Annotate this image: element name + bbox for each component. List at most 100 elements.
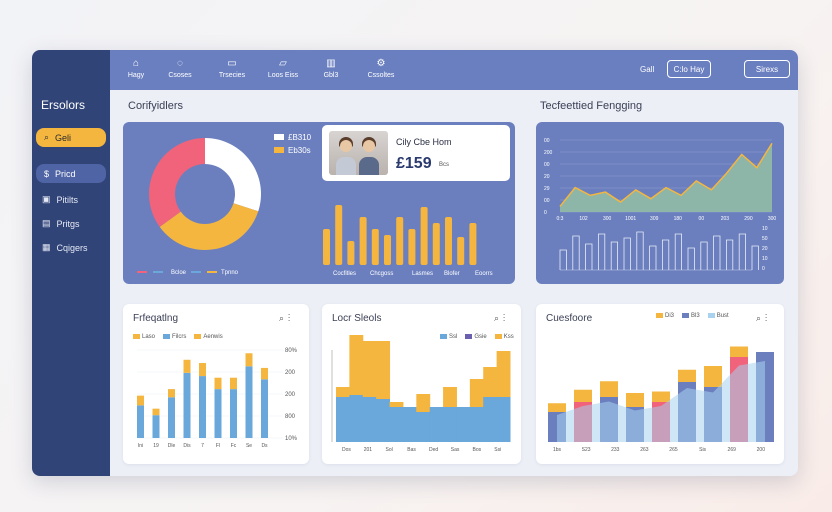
donut-slice <box>205 138 261 212</box>
bar-laso <box>137 395 144 406</box>
spark-segment <box>738 233 746 270</box>
x-tick-label: 200 <box>757 447 766 453</box>
sidebar-item-label: Pritgs <box>56 218 80 229</box>
x-tick-label: 7 <box>201 443 204 449</box>
bar-ssl <box>389 407 404 442</box>
section-title-left: Corifyidlers <box>128 100 184 112</box>
spark-segment <box>713 235 721 270</box>
section-title-right: Tecfeettied Fengging <box>540 100 643 112</box>
topbar-right-text[interactable]: Gall <box>640 65 654 74</box>
bar-label: Lasmes <box>412 271 433 277</box>
bar <box>323 229 330 265</box>
bar <box>371 229 379 265</box>
bar-kss <box>362 341 377 397</box>
x-tick-label: 102 <box>579 216 588 222</box>
bar-ssl <box>469 407 484 442</box>
sidebar-item-pitilts[interactable]: ▣ Pitilts <box>42 194 78 205</box>
bar-kss <box>416 394 431 412</box>
grid-icon: ▦ <box>42 242 51 252</box>
bar <box>396 217 404 265</box>
spark-segment <box>572 235 580 270</box>
spark-segment <box>687 247 695 270</box>
bar-label: Cocfitles <box>333 271 356 277</box>
doc-icon: ▭ <box>227 58 237 69</box>
bar-filcrs <box>183 372 191 438</box>
legend-swatch-yellow <box>274 147 284 153</box>
legend-swatch-white <box>274 134 284 140</box>
bar-ssl <box>349 395 364 442</box>
card3-svg: 1bs S23 233 263 265 Sis 269 200 <box>548 346 774 453</box>
x-tick-label: 265 <box>669 447 678 453</box>
bar-ssl <box>496 397 511 442</box>
spark-segment <box>636 231 644 270</box>
bar-label: Blofer <box>444 271 460 277</box>
nav-item-cssoltes[interactable]: ⚙ Cssoltes <box>356 58 406 79</box>
profile-amount: £159 <box>396 155 432 172</box>
bar-laso <box>230 377 237 390</box>
area-chart: 002000020290000:3 102 300 1001 309 180 00 203 29… <box>544 138 776 222</box>
nav-item-trsecies[interactable]: ▭ Trsecies <box>207 58 257 79</box>
bar-label: Eoorrs <box>475 271 493 277</box>
bar-ssl <box>362 397 377 442</box>
sidebar-primary-button[interactable]: ⌕ Geli <box>36 128 106 147</box>
legend-line-pink <box>137 271 147 273</box>
bar-filcrs <box>137 405 144 438</box>
profile-unit: Bcs <box>439 162 450 168</box>
x-tick-label: Dle <box>168 443 176 449</box>
bar-di3 <box>652 391 670 402</box>
bar <box>335 205 343 265</box>
bar-kss <box>496 351 511 397</box>
sidebar-primary-label: Geli <box>55 132 72 143</box>
y-tick-label: 29 <box>544 186 550 192</box>
spark-segment <box>726 239 734 270</box>
x-tick-label: Se <box>246 443 252 449</box>
bar-laso <box>168 389 175 398</box>
brand-title: Ersolors <box>41 98 86 112</box>
nav-item-csoses[interactable]: ◌ Csoses <box>155 58 205 79</box>
bar-filcrs <box>245 366 253 438</box>
profile-card[interactable]: Cily Cbe Hom £159 Bcs <box>322 125 510 181</box>
y-tick-label: 200 <box>544 150 553 156</box>
bar-kss <box>349 335 364 395</box>
nav-item-loos-eiss[interactable]: ▱ Loos Eiss <box>258 58 308 79</box>
bottom-legend-1: Bcloe <box>171 270 187 276</box>
bar-ssl <box>456 407 471 442</box>
legend-label-1: £B310 <box>288 133 312 142</box>
bottom-legend-2: Tpnno <box>221 270 239 276</box>
x-tick-label: 180 <box>674 216 683 222</box>
x-tick-label: 300 <box>603 216 612 222</box>
bar <box>432 223 440 265</box>
sidebar-item-cqigers[interactable]: ▦ Cqigers <box>42 242 88 253</box>
sidebar-item-pritgs[interactable]: ▤ Pritgs <box>42 218 80 229</box>
topbar-button-2[interactable]: Sirexs <box>744 60 790 78</box>
y-tick-label: 0 <box>544 210 547 216</box>
bar <box>445 217 452 265</box>
y-tick-label: 800 <box>285 414 296 420</box>
sidebar-item-pricd[interactable]: $ Pricd <box>36 164 106 183</box>
x-tick-label: 203 <box>721 216 730 222</box>
bar-kss <box>336 387 350 397</box>
bar-ssl <box>483 397 498 442</box>
bar-kss <box>443 387 457 407</box>
bar-di3 <box>626 393 644 407</box>
x-tick-label: Sol <box>386 447 393 453</box>
trend-svg: 002000020290000:3 102 300 1001 309 180 00 203 29… <box>544 138 776 272</box>
bar-ssl <box>416 412 431 442</box>
y-tick-label: 50 <box>762 236 768 242</box>
x-tick-label: Bos <box>473 447 482 453</box>
y-tick-label: 10 <box>762 226 768 232</box>
bar <box>408 229 416 265</box>
bar <box>347 241 355 265</box>
card-customers: Cuesfoore ⌕⋮ Di3 Bl3 Bust 1bs S23 233 263 26… <box>536 304 784 464</box>
topbar-button-1[interactable]: C:lo Hay <box>667 60 711 78</box>
tag-icon: ▤ <box>42 218 51 228</box>
y-tick-label: 0 <box>762 266 765 272</box>
y-tick-label: 200 <box>285 392 296 398</box>
nav-item-hagy[interactable]: ⌂ Hagy <box>111 58 161 79</box>
x-tick-label: 233 <box>611 447 620 453</box>
nav-label: Csoses <box>168 72 192 79</box>
dollar-icon: $ <box>44 168 50 179</box>
nav-item-gbl3[interactable]: ▥ Gbl3 <box>306 58 356 79</box>
overview-panel: £B310 Eb30s Bcloe Tpnno Cocfitles Chcgos… <box>123 122 515 284</box>
x-tick-label: Sas <box>451 447 460 453</box>
